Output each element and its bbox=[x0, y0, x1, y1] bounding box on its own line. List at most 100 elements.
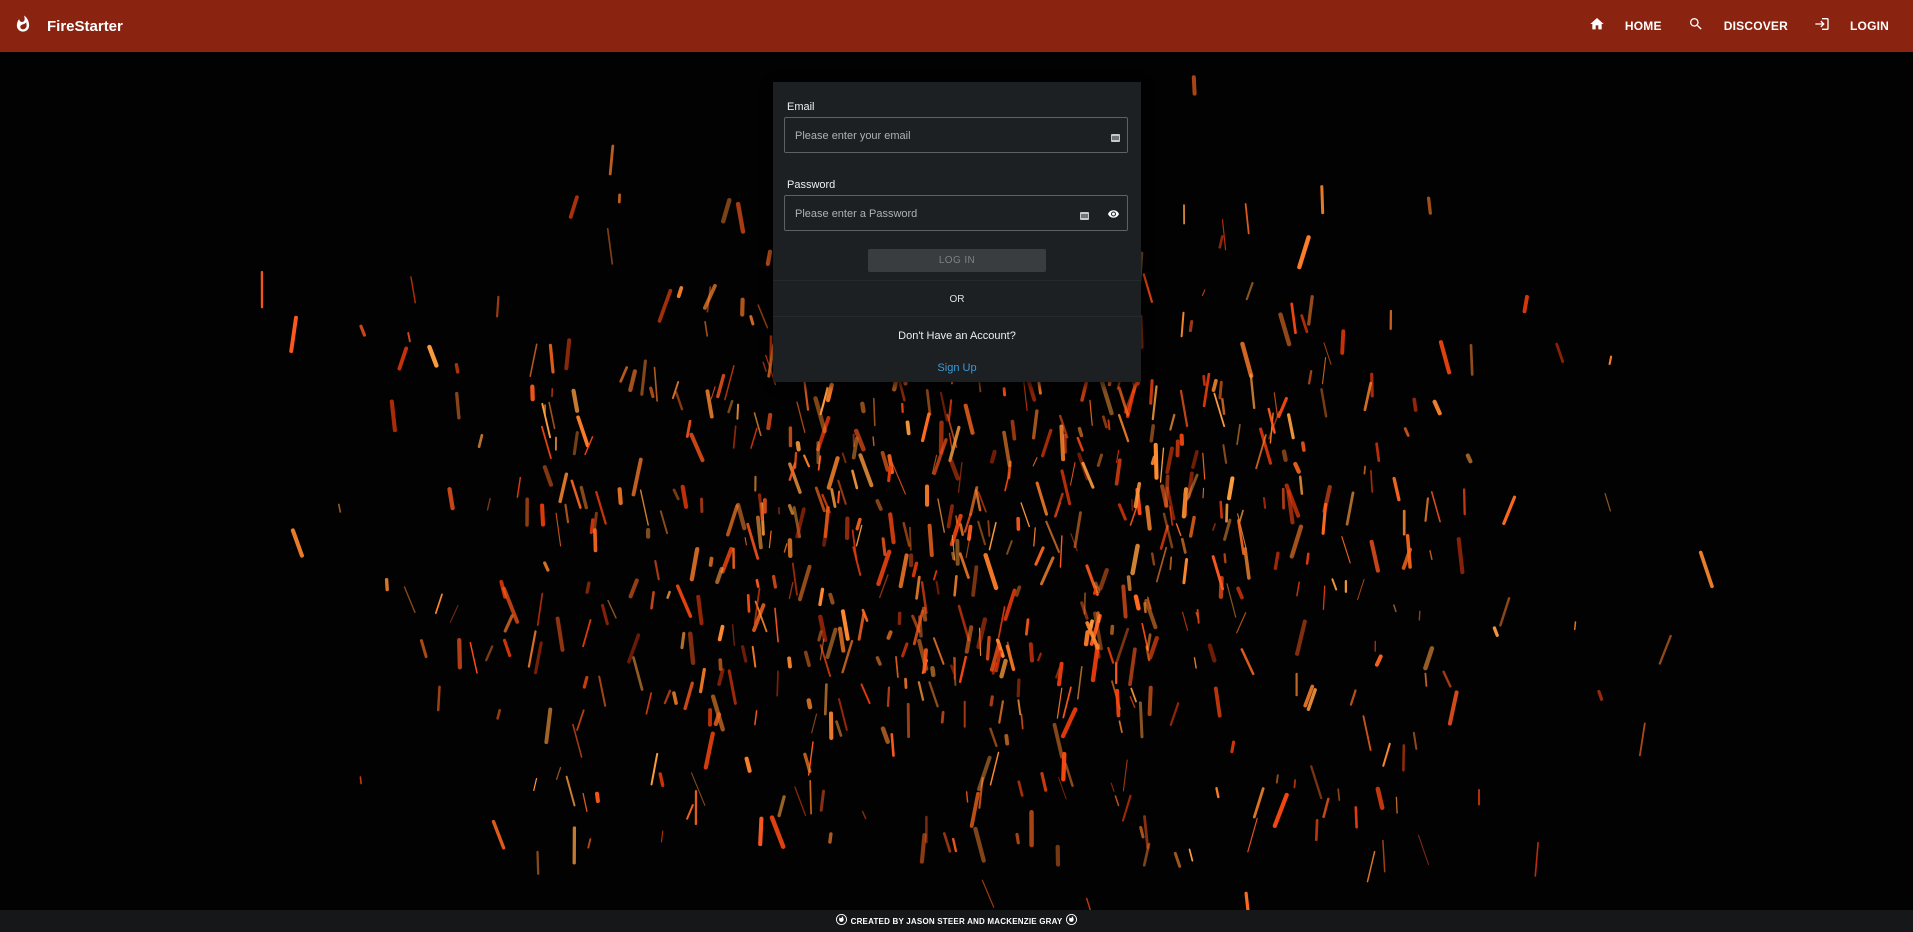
spark-streak bbox=[1243, 547, 1251, 580]
spark-streak bbox=[797, 564, 812, 602]
spark-streak bbox=[1138, 701, 1144, 739]
spark-streak bbox=[717, 624, 725, 642]
spark-streak bbox=[663, 689, 672, 705]
spark-streak bbox=[939, 391, 948, 422]
spark-streak bbox=[1272, 792, 1289, 829]
divider bbox=[773, 280, 1141, 281]
spark-streak bbox=[436, 685, 441, 712]
app-title: FireStarter bbox=[47, 17, 123, 35]
spark-streak bbox=[905, 420, 911, 436]
spark-streak bbox=[1340, 329, 1346, 355]
spark-streak bbox=[762, 361, 767, 372]
login-button[interactable]: LOG IN bbox=[868, 249, 1046, 272]
spark-streak bbox=[1037, 652, 1042, 662]
nav-discover[interactable]: DISCOVER bbox=[1688, 16, 1788, 37]
login-card: Email Password LOG IN OR Don't Have an A… bbox=[773, 82, 1141, 382]
spark-streak bbox=[1604, 493, 1612, 512]
spark-streak bbox=[872, 436, 875, 447]
spark-streak bbox=[1698, 550, 1714, 589]
spark-streak bbox=[795, 441, 801, 452]
spark-streak bbox=[998, 700, 1005, 724]
spark-streak bbox=[1143, 601, 1147, 614]
spark-streak bbox=[1114, 458, 1122, 486]
spark-streak bbox=[830, 488, 837, 508]
spark-streak bbox=[744, 537, 747, 546]
spark-streak bbox=[689, 432, 705, 463]
spark-streak bbox=[811, 713, 818, 734]
spark-streak bbox=[1418, 610, 1421, 621]
spark-streak bbox=[457, 638, 463, 670]
spark-streak bbox=[659, 510, 669, 535]
spark-streak bbox=[1034, 546, 1045, 566]
spark-streak bbox=[1110, 782, 1115, 792]
spark-streak bbox=[1089, 399, 1093, 426]
nav-login[interactable]: LOGIN bbox=[1814, 16, 1889, 37]
spark-streak bbox=[1117, 413, 1130, 443]
spark-streak bbox=[1126, 575, 1132, 592]
spark-streak bbox=[1412, 397, 1418, 412]
spark-streak bbox=[835, 720, 843, 737]
spark-streak bbox=[1534, 841, 1539, 877]
spark-streak bbox=[1375, 786, 1385, 810]
spark-streak bbox=[1026, 377, 1037, 402]
spark-streak bbox=[965, 791, 969, 803]
spark-streak bbox=[1273, 551, 1280, 571]
spark-streak bbox=[959, 523, 965, 536]
spark-streak bbox=[447, 487, 455, 511]
spark-streak bbox=[756, 515, 763, 550]
spark-streak bbox=[1130, 543, 1140, 576]
spark-streak bbox=[1426, 196, 1432, 215]
spark-streak bbox=[571, 388, 580, 413]
spark-streak bbox=[875, 499, 883, 511]
spark-streak bbox=[680, 484, 689, 509]
spark-streak bbox=[1331, 578, 1338, 591]
spark-streak bbox=[783, 543, 788, 553]
spark-streak bbox=[1002, 430, 1012, 468]
no-account-text: Don't Have an Account? bbox=[898, 330, 1016, 342]
spark-streak bbox=[289, 315, 298, 354]
spark-streak bbox=[891, 461, 907, 495]
spark-streak bbox=[579, 485, 588, 510]
spark-streak bbox=[1115, 688, 1121, 718]
autofill-key-icon[interactable] bbox=[1080, 207, 1089, 220]
spark-streak bbox=[809, 779, 812, 815]
spark-streak bbox=[1093, 581, 1101, 594]
spark-streak bbox=[946, 504, 954, 529]
spark-streak bbox=[935, 580, 940, 595]
spark-streak bbox=[1020, 713, 1024, 730]
spark-streak bbox=[672, 691, 678, 705]
spark-streak bbox=[1188, 319, 1194, 333]
spark-streak bbox=[787, 504, 795, 515]
spark-streak bbox=[1366, 850, 1376, 883]
show-password-eye-icon[interactable] bbox=[1106, 207, 1121, 219]
nav-home[interactable]: HOME bbox=[1589, 16, 1662, 37]
spark-streak bbox=[675, 584, 693, 618]
spark-streak bbox=[589, 518, 595, 534]
spark-streak bbox=[806, 698, 813, 710]
spark-streak bbox=[746, 593, 751, 613]
spark-streak bbox=[1245, 282, 1254, 301]
spark-streak bbox=[825, 627, 838, 659]
spark-streak bbox=[403, 586, 416, 613]
email-input[interactable] bbox=[793, 118, 1077, 154]
spark-streak bbox=[1077, 426, 1084, 438]
spark-streak bbox=[791, 562, 798, 596]
spark-streak bbox=[1219, 500, 1223, 519]
spark-streak bbox=[555, 512, 562, 547]
spark-streak bbox=[1040, 556, 1055, 586]
spark-streak bbox=[1417, 834, 1430, 866]
signup-link[interactable]: Sign Up bbox=[773, 362, 1141, 374]
spark-streak bbox=[1320, 388, 1328, 418]
spark-streak bbox=[718, 658, 723, 671]
spark-streak bbox=[860, 401, 866, 414]
spark-streak bbox=[1290, 302, 1297, 335]
spark-streak bbox=[925, 389, 932, 416]
spark-streak bbox=[1060, 469, 1072, 506]
spark-streak bbox=[746, 522, 760, 560]
spark-streak bbox=[632, 656, 644, 691]
spark-streak bbox=[887, 465, 892, 483]
brand[interactable]: FireStarter bbox=[14, 0, 123, 52]
autofill-key-icon[interactable] bbox=[1111, 129, 1120, 142]
spark-streak bbox=[1230, 740, 1236, 754]
password-input[interactable] bbox=[793, 196, 1077, 232]
